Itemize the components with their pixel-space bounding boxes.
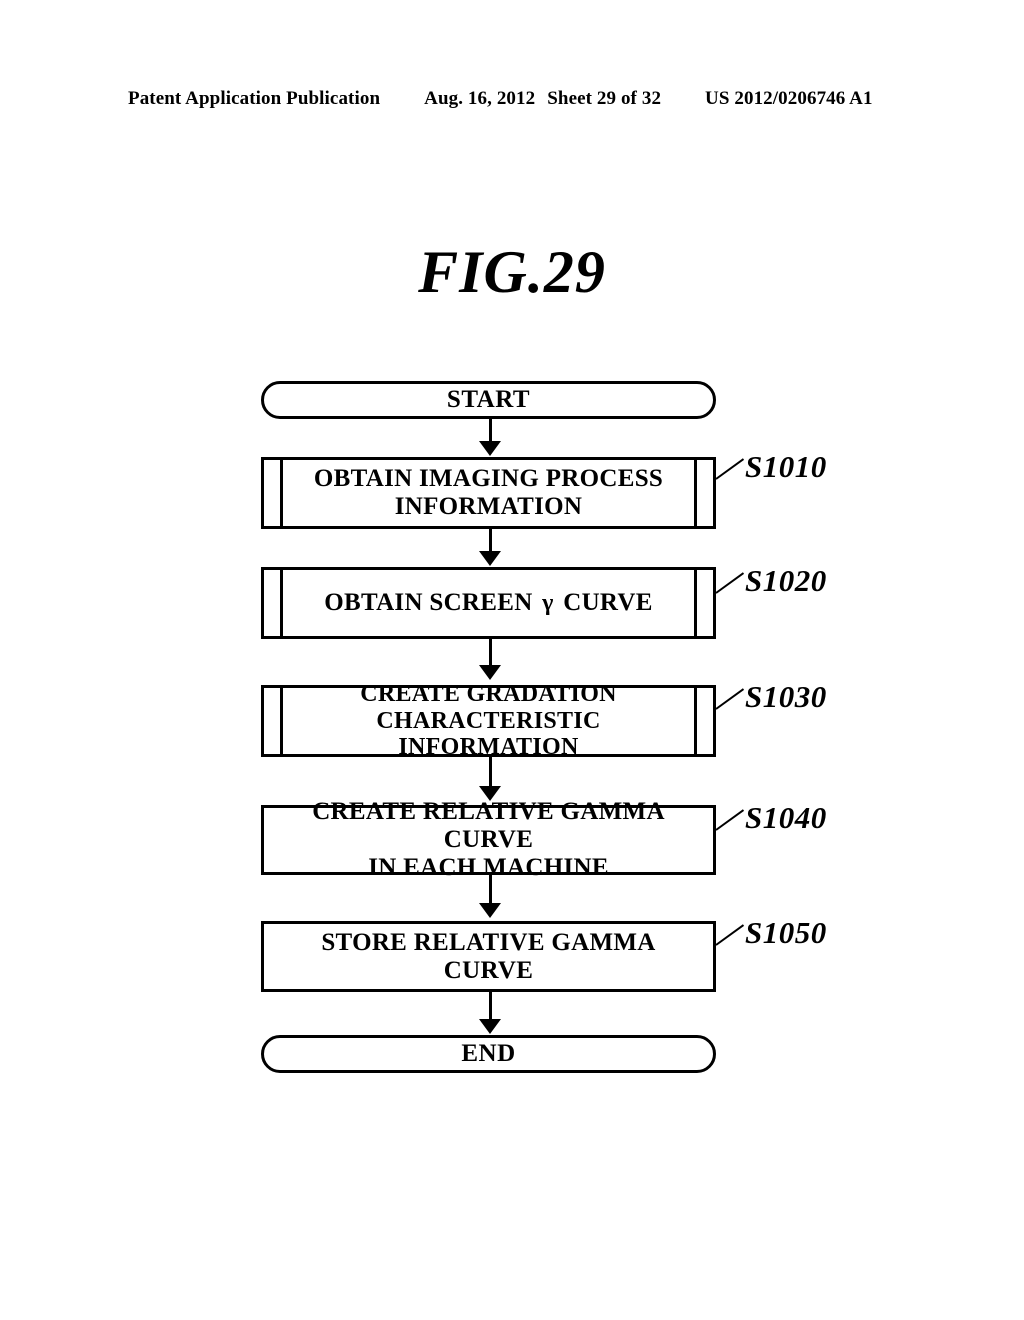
flowchart-node-end: END: [261, 1035, 716, 1073]
flowchart-node-s1050: STORE RELATIVE GAMMA CURVE: [261, 921, 716, 992]
node-label-s1030-line2: INFORMATION: [398, 734, 579, 761]
flowchart-node-s1010: OBTAIN IMAGING PROCESS INFORMATION: [261, 457, 716, 529]
node-label-s1030: CREATE GRADATION CHARACTERISTIC INFORMAT…: [264, 681, 713, 762]
flowchart-node-s1040: CREATE RELATIVE GAMMA CURVE IN EACH MACH…: [261, 798, 716, 881]
node-label-end: END: [461, 1039, 516, 1067]
connector-s1050-to-end: [489, 992, 492, 1020]
step-ref-s1020: S1020: [745, 563, 827, 598]
node-label-s1040-line1: CREATE RELATIVE GAMMA CURVE: [312, 798, 665, 853]
arrowhead-s1020-to-s1030: [479, 665, 501, 680]
flowchart-node-s1020: OBTAIN SCREEN γ CURVE: [261, 567, 716, 639]
predefined-bar-left-s1020: [280, 570, 283, 636]
step-ref-s1040: S1040: [745, 800, 827, 835]
predefined-bar-right-s1020: [694, 570, 697, 636]
leader-line-s1020: [715, 572, 745, 594]
step-ref-s1030: S1030: [745, 679, 827, 714]
flowchart-node-start: START: [261, 381, 716, 419]
leader-line-s1050: [715, 924, 745, 946]
flowchart-node-s1030: CREATE GRADATION CHARACTERISTIC INFORMAT…: [261, 681, 716, 760]
leader-line-s1030: [715, 688, 745, 710]
gamma-symbol: γ: [542, 590, 554, 616]
predefined-bar-right-s1010: [694, 460, 697, 526]
connector-s1020-to-s1030: [489, 639, 492, 667]
arrowhead-s1040-to-s1050: [479, 903, 501, 918]
node-label-s1040-line2: IN EACH MACHINE: [368, 854, 609, 881]
arrowhead-s1050-to-end: [479, 1019, 501, 1034]
predefined-bar-left-s1010: [280, 460, 283, 526]
node-label-start: START: [446, 385, 531, 413]
node-label-s1030-line1: CREATE GRADATION CHARACTERISTIC: [360, 680, 617, 734]
step-ref-s1010: S1010: [745, 449, 827, 484]
arrowhead-start-to-s1010: [479, 441, 501, 456]
leader-line-s1040: [715, 809, 745, 831]
connector-start-to-s1010: [489, 419, 492, 443]
node-label-s1010-line2: INFORMATION: [394, 493, 583, 520]
connector-s1030-to-s1040: [489, 757, 492, 788]
arrowhead-s1010-to-s1020: [479, 551, 501, 566]
step-ref-s1050: S1050: [745, 915, 827, 950]
leader-line-s1010: [715, 458, 745, 480]
flowchart-diagram: START OBTAIN IMAGING PROCESS INFORMATION…: [0, 0, 1024, 1320]
node-label-s1050: STORE RELATIVE GAMMA CURVE: [321, 928, 656, 984]
node-label-s1010: OBTAIN IMAGING PROCESS INFORMATION: [288, 465, 689, 521]
node-label-s1020: OBTAIN SCREEN γ CURVE: [324, 589, 653, 616]
node-label-s1040: CREATE RELATIVE GAMMA CURVE IN EACH MACH…: [264, 798, 713, 882]
connector-s1010-to-s1020: [489, 529, 492, 553]
node-label-s1010-line1: OBTAIN IMAGING PROCESS: [313, 465, 664, 492]
